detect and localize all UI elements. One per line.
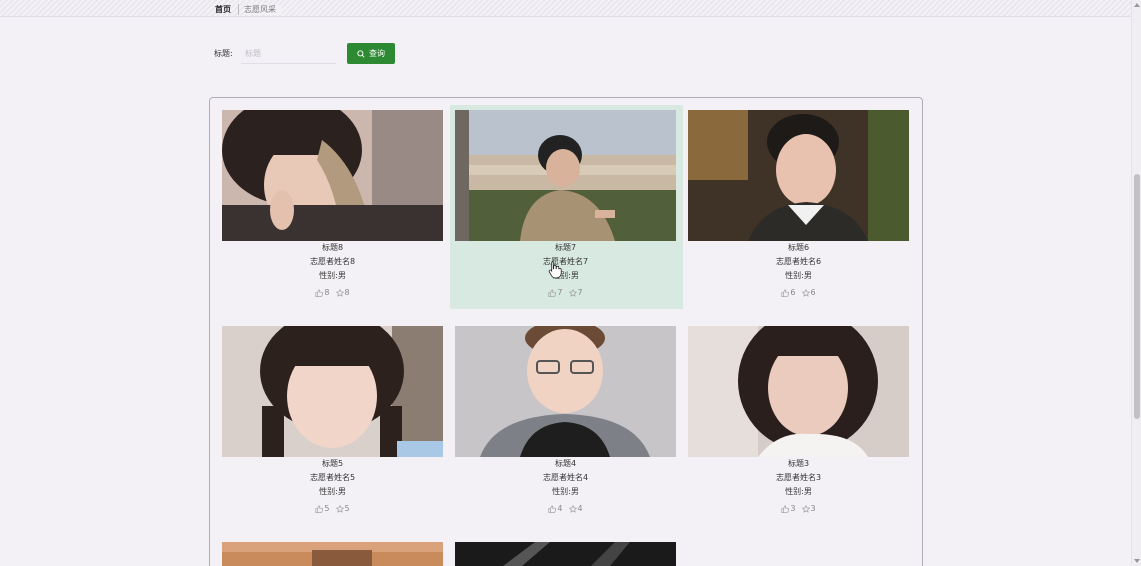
volunteer-photo[interactable] bbox=[455, 326, 676, 457]
volunteer-card[interactable]: 标题3 志愿者姓名3 性别:男 3 3 bbox=[688, 326, 921, 530]
card-gender: 性别:男 bbox=[785, 487, 812, 496]
card-volunteer-name: 志愿者姓名5 bbox=[309, 473, 356, 482]
volunteer-photo[interactable] bbox=[688, 110, 909, 241]
breadcrumb-current: 志愿风采 bbox=[244, 5, 282, 15]
scroll-up-icon[interactable] bbox=[1134, 3, 1140, 7]
card-volunteer-name: 志愿者姓名4 bbox=[542, 473, 589, 482]
star-icon bbox=[335, 505, 344, 513]
volunteer-card[interactable]: 标题4 志愿者姓名4 性别:男 4 4 bbox=[455, 326, 688, 530]
card-stats: 8 8 bbox=[222, 288, 443, 298]
volunteer-card[interactable] bbox=[222, 542, 455, 566]
search-icon bbox=[357, 49, 365, 58]
thumbs-up-icon bbox=[315, 505, 324, 513]
like-count[interactable]: 6 bbox=[781, 288, 796, 298]
like-count[interactable]: 4 bbox=[548, 504, 563, 514]
search-button[interactable]: 查询 bbox=[347, 43, 395, 64]
card-title: 标题6 bbox=[787, 243, 810, 252]
volunteer-photo[interactable] bbox=[455, 542, 676, 566]
volunteer-photo[interactable] bbox=[222, 542, 443, 566]
scrollbar[interactable] bbox=[1131, 0, 1141, 566]
favorite-count[interactable]: 3 bbox=[801, 504, 816, 514]
card-volunteer-name: 志愿者姓名6 bbox=[775, 257, 822, 266]
volunteer-card[interactable]: 标题8 志愿者姓名8 性别:男 8 8 bbox=[222, 110, 455, 314]
thumbs-up-icon bbox=[781, 505, 790, 513]
thumbs-up-icon bbox=[548, 505, 557, 513]
card-stats: 6 6 bbox=[688, 288, 909, 298]
volunteer-card[interactable] bbox=[455, 542, 688, 566]
card-gender: 性别:男 bbox=[785, 271, 812, 280]
card-gender: 性别:男 bbox=[552, 271, 579, 280]
search-input[interactable] bbox=[241, 44, 336, 64]
thumbs-up-icon bbox=[315, 289, 324, 297]
card-volunteer-name: 志愿者姓名3 bbox=[775, 473, 822, 482]
card-volunteer-name: 志愿者姓名7 bbox=[542, 257, 589, 266]
card-stats: 3 3 bbox=[688, 504, 909, 514]
star-icon bbox=[568, 505, 577, 513]
volunteer-photo[interactable] bbox=[688, 326, 909, 457]
card-gender: 性别:男 bbox=[319, 271, 346, 280]
breadcrumb-bar: 首页 志愿风采 bbox=[0, 0, 1131, 17]
volunteer-photo[interactable] bbox=[455, 110, 676, 241]
volunteer-card[interactable]: 标题7 志愿者姓名7 性别:男 7 7 bbox=[450, 105, 683, 309]
card-title: 标题7 bbox=[554, 243, 577, 252]
volunteer-card[interactable]: 标题6 志愿者姓名6 性别:男 6 6 bbox=[688, 110, 921, 314]
search-label: 标题: bbox=[214, 49, 233, 58]
card-title: 标题4 bbox=[554, 459, 577, 468]
like-count[interactable]: 5 bbox=[315, 504, 330, 514]
scroll-down-icon[interactable] bbox=[1134, 559, 1140, 563]
volunteer-card[interactable]: 标题5 志愿者姓名5 性别:男 5 5 bbox=[222, 326, 455, 530]
card-title: 标题3 bbox=[787, 459, 810, 468]
volunteer-photo[interactable] bbox=[222, 326, 443, 457]
favorite-count[interactable]: 7 bbox=[568, 288, 583, 298]
card-stats: 7 7 bbox=[455, 288, 676, 298]
breadcrumb-separator bbox=[238, 4, 239, 15]
scrollbar-thumb[interactable] bbox=[1134, 174, 1140, 419]
like-count[interactable]: 3 bbox=[781, 504, 796, 514]
like-count[interactable]: 7 bbox=[548, 288, 563, 298]
volunteer-photo[interactable] bbox=[222, 110, 443, 241]
star-icon bbox=[801, 289, 810, 297]
star-icon bbox=[335, 289, 344, 297]
star-icon bbox=[801, 505, 810, 513]
like-count[interactable]: 8 bbox=[315, 288, 330, 298]
favorite-count[interactable]: 8 bbox=[335, 288, 350, 298]
favorite-count[interactable]: 4 bbox=[568, 504, 583, 514]
thumbs-up-icon bbox=[548, 289, 557, 297]
card-stats: 4 4 bbox=[455, 504, 676, 514]
card-title: 标题8 bbox=[321, 243, 344, 252]
card-gender: 性别:男 bbox=[552, 487, 579, 496]
card-title: 标题5 bbox=[321, 459, 344, 468]
card-volunteer-name: 志愿者姓名8 bbox=[309, 257, 356, 266]
card-stats: 5 5 bbox=[222, 504, 443, 514]
thumbs-up-icon bbox=[781, 289, 790, 297]
hand-cursor-icon bbox=[548, 261, 562, 278]
search-button-label: 查询 bbox=[369, 49, 385, 58]
card-gender: 性别:男 bbox=[319, 487, 346, 496]
favorite-count[interactable]: 6 bbox=[801, 288, 816, 298]
volunteer-card-grid: 标题8 志愿者姓名8 性别:男 8 8 标题7 志愿者姓名7 性别:男 7 7 … bbox=[209, 97, 923, 566]
favorite-count[interactable]: 5 bbox=[335, 504, 350, 514]
star-icon bbox=[568, 289, 577, 297]
breadcrumb-home[interactable]: 首页 bbox=[215, 5, 231, 15]
